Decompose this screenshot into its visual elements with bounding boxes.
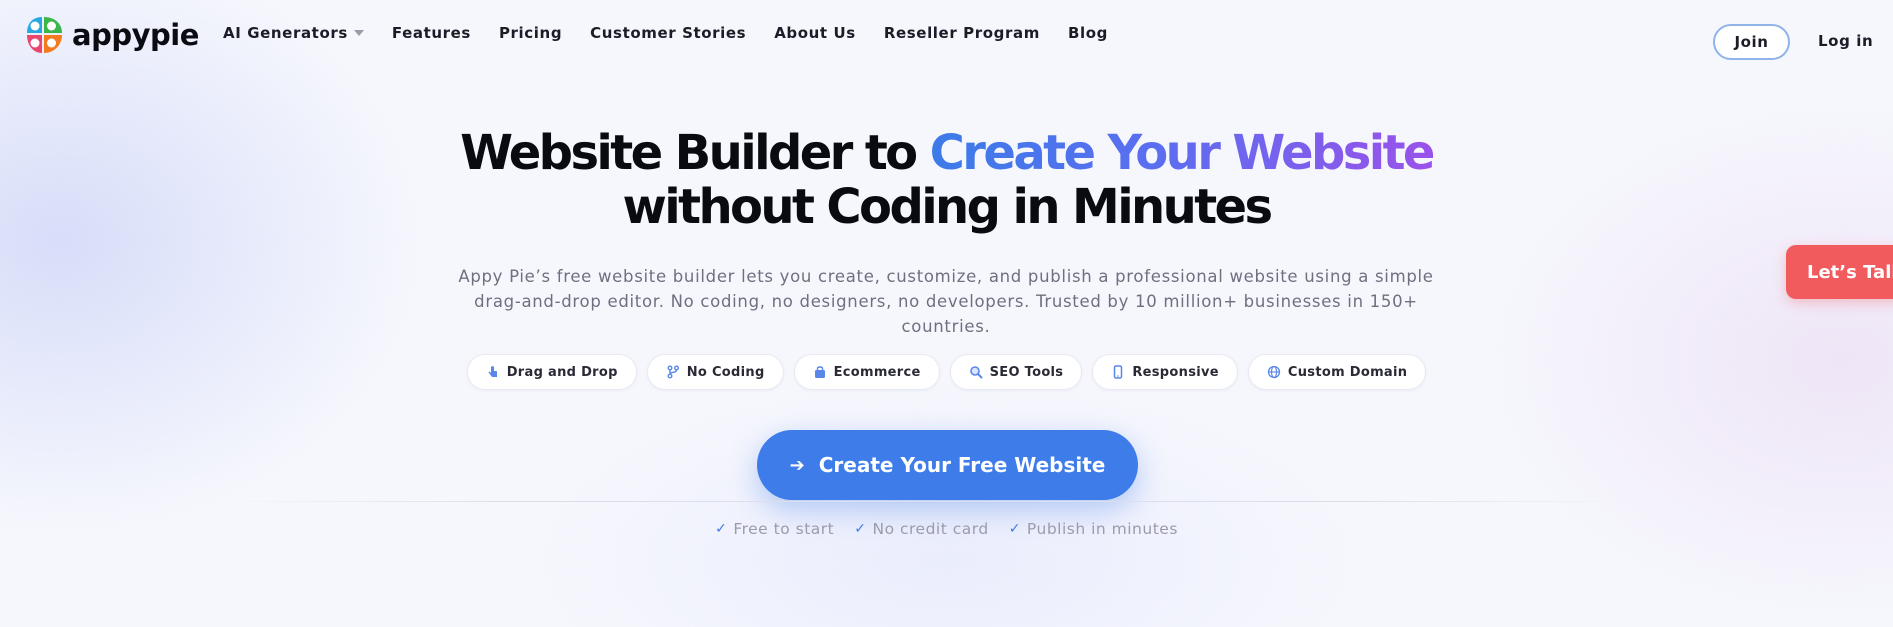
nav-item-pricing[interactable]: Pricing bbox=[499, 24, 562, 42]
logo-wordmark: appypie bbox=[72, 18, 199, 52]
nav-item-features[interactable]: Features bbox=[392, 24, 471, 42]
chip-responsive: Responsive bbox=[1092, 354, 1238, 390]
chip-label: Ecommerce bbox=[833, 364, 921, 380]
lets-talk-button[interactable]: Let’s Talk bbox=[1786, 245, 1893, 299]
hero-subtext: Appy Pie’s free website builder lets you… bbox=[458, 267, 1434, 336]
globe-icon bbox=[1267, 365, 1281, 379]
perk-no-credit-card: ✓ No credit card bbox=[854, 520, 988, 538]
chevron-down-icon bbox=[353, 30, 364, 36]
perk-free-to-start: ✓ Free to start bbox=[715, 520, 834, 538]
chip-label: Drag and Drop bbox=[506, 364, 618, 380]
magnifier-icon bbox=[969, 366, 983, 379]
divider bbox=[220, 501, 1640, 502]
hero-headline: Website Builder to Create Your Website w… bbox=[0, 126, 1893, 234]
nav-item-reseller-program[interactable]: Reseller Program bbox=[884, 24, 1040, 42]
chip-no-coding: No Coding bbox=[646, 354, 784, 390]
shopping-bag-icon bbox=[814, 366, 825, 378]
perk-label: Free to start bbox=[733, 520, 835, 538]
chip-label: SEO Tools bbox=[989, 364, 1064, 380]
chip-ecommerce: Ecommerce bbox=[793, 354, 940, 390]
feature-chips: Drag and Drop No Coding Ecommerce SEO To… bbox=[0, 354, 1893, 390]
nav-item-about-us[interactable]: About Us bbox=[774, 24, 856, 42]
headline-part1: Website Builder to bbox=[460, 125, 930, 181]
appypie-logo-icon bbox=[27, 17, 62, 53]
headline-highlight: Create Your Website bbox=[929, 125, 1436, 181]
chip-label: Responsive bbox=[1132, 364, 1219, 380]
arrow-right-icon: ➔ bbox=[789, 454, 805, 476]
nav-item-blog[interactable]: Blog bbox=[1068, 24, 1108, 42]
appypie-logo[interactable]: appypie bbox=[25, 14, 199, 56]
pointer-hand-icon bbox=[488, 366, 497, 377]
chip-seo-tools: SEO Tools bbox=[949, 354, 1083, 390]
main-nav: AI Generators Features Pricing Customer … bbox=[223, 24, 1108, 42]
perks-list: ✓ Free to start ✓ No credit card ✓ Publi… bbox=[0, 520, 1893, 538]
cta-label: Create Your Free Website bbox=[818, 453, 1106, 477]
chip-label: Custom Domain bbox=[1287, 364, 1408, 380]
login-link[interactable]: Log in bbox=[1818, 32, 1873, 50]
chip-drag-and-drop: Drag and Drop bbox=[466, 354, 637, 390]
perk-publish-in-minutes: ✓ Publish in minutes bbox=[1009, 520, 1178, 538]
nav-item-label: AI Generators bbox=[223, 24, 348, 42]
nav-item-ai-generators[interactable]: AI Generators bbox=[223, 24, 364, 42]
chip-label: No Coding bbox=[686, 364, 765, 380]
mobile-icon bbox=[1114, 365, 1123, 379]
create-free-website-button[interactable]: ➔ Create Your Free Website bbox=[757, 430, 1138, 500]
check-icon: ✓ bbox=[1008, 521, 1021, 537]
site-header: appypie AI Generators Features Pricing C… bbox=[0, 0, 1893, 70]
check-icon: ✓ bbox=[854, 521, 867, 537]
headline-line2: without Coding in Minutes bbox=[622, 179, 1274, 235]
perk-label: Publish in minutes bbox=[1026, 520, 1178, 538]
nav-item-customer-stories[interactable]: Customer Stories bbox=[590, 24, 746, 42]
code-branch-icon bbox=[667, 365, 679, 379]
perk-label: No credit card bbox=[872, 520, 989, 538]
chip-custom-domain: Custom Domain bbox=[1247, 354, 1427, 390]
check-icon: ✓ bbox=[715, 521, 728, 537]
join-button[interactable]: Join bbox=[1713, 24, 1790, 60]
